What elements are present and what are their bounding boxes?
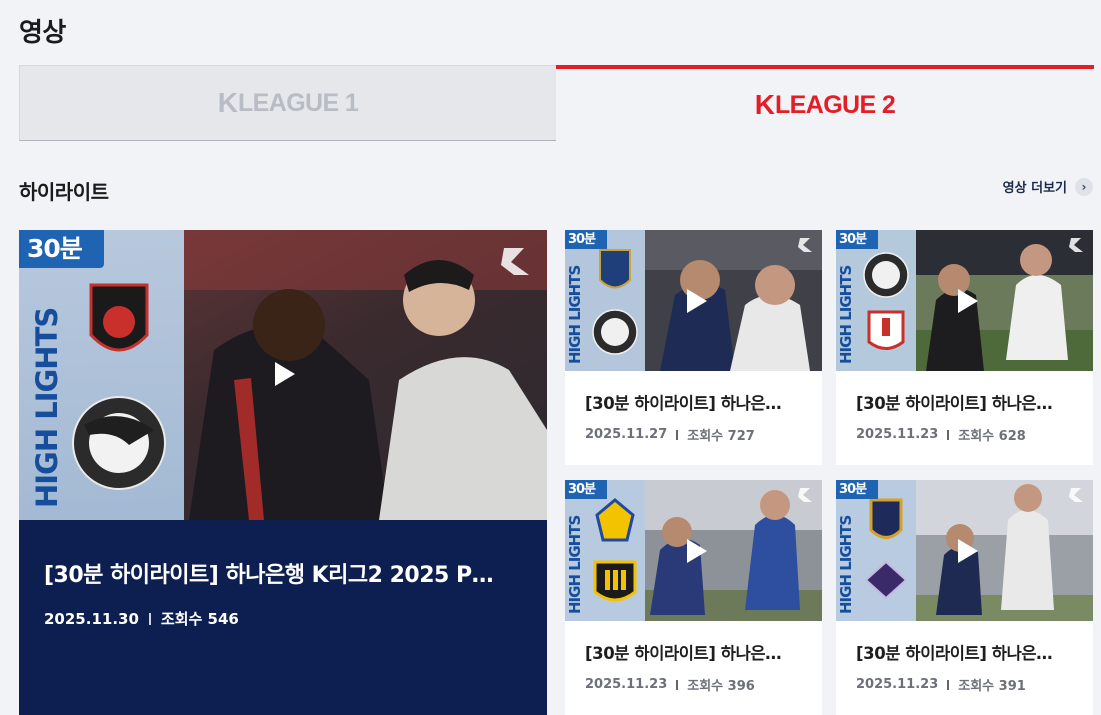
video-date: 2025.11.30 bbox=[44, 609, 139, 628]
play-icon bbox=[275, 362, 295, 386]
thirty-minute-badge: 30분 bbox=[565, 230, 607, 249]
video-card[interactable]: 30분 HIGH LIGHTS [30분 하이라이트] 하나은… 2025.11… bbox=[565, 480, 822, 715]
divider bbox=[148, 612, 151, 625]
video-title[interactable]: [30분 하이라이트] 하나은… bbox=[856, 390, 1076, 414]
more-videos-link[interactable]: 영상 더보기 › bbox=[1003, 177, 1093, 196]
video-date: 2025.11.27 bbox=[585, 427, 668, 442]
video-card[interactable]: 30분 HIGH LIGHTS [30분 하이라이트] 하나은… 2025.11… bbox=[565, 230, 822, 465]
video-views: 조회수 546 bbox=[160, 610, 239, 628]
video-date: 2025.11.23 bbox=[856, 427, 939, 442]
thirty-minute-badge: 30분 bbox=[836, 480, 878, 499]
video-thumbnail: 30분 HIGH LIGHTS bbox=[19, 230, 547, 520]
video-views: 조회수 396 bbox=[687, 679, 755, 694]
video-views: 조회수 391 bbox=[958, 679, 1026, 694]
featured-video-card[interactable]: 30분 HIGH LIGHTS [30분 하이라이트] 하나은행 K리그2 20… bbox=[19, 230, 547, 715]
video-date: 2025.11.23 bbox=[856, 677, 939, 692]
divider bbox=[676, 679, 679, 690]
video-card[interactable]: 30분 HIGH LIGHTS [30분 하이라이트] 하나은… 2025.11… bbox=[836, 230, 1093, 465]
video-views: 조회수 727 bbox=[687, 429, 755, 444]
tab-k-league-1[interactable]: K LEAGUE 1 bbox=[19, 65, 557, 141]
highlights-title: 하이라이트 bbox=[19, 180, 109, 204]
video-thumbnail: 30분 HIGH LIGHTS bbox=[836, 230, 1093, 371]
divider bbox=[676, 429, 679, 440]
tab-label: LEAGUE 1 bbox=[238, 88, 359, 117]
highlights-side-text: HIGH LIGHTS bbox=[566, 265, 584, 364]
video-card[interactable]: 30분 HIGH LIGHTS [30분 하이라이트] 하나은… 2025.11… bbox=[836, 480, 1093, 715]
video-title[interactable]: [30분 하이라이트] 하나은… bbox=[856, 640, 1076, 664]
featured-video-info: [30분 하이라이트] 하나은행 K리그2 2025 P… 2025.11.30… bbox=[19, 520, 547, 715]
thirty-minute-badge: 30분 bbox=[565, 480, 607, 499]
play-icon bbox=[958, 539, 978, 563]
tab-k-league-2[interactable]: K LEAGUE 2 bbox=[556, 65, 1094, 141]
play-icon bbox=[687, 289, 707, 313]
video-meta: 2025.11.27 조회수 727 bbox=[585, 425, 755, 444]
video-views: 조회수 628 bbox=[958, 429, 1026, 444]
divider bbox=[947, 429, 950, 440]
k-league-logo-icon: K bbox=[217, 87, 238, 118]
video-title[interactable]: [30분 하이라이트] 하나은… bbox=[585, 640, 805, 664]
play-icon bbox=[958, 289, 978, 313]
page-title: 영상 bbox=[19, 18, 66, 48]
seongnam-crest-icon bbox=[72, 396, 166, 490]
more-videos-label: 영상 더보기 bbox=[1002, 181, 1067, 196]
video-thumbnail: 30분 HIGH LIGHTS bbox=[565, 480, 822, 621]
divider bbox=[947, 679, 950, 690]
video-title[interactable]: [30분 하이라이트] 하나은행 K리그2 2025 P… bbox=[44, 557, 524, 589]
tab-label: LEAGUE 2 bbox=[775, 90, 896, 119]
video-title[interactable]: [30분 하이라이트] 하나은… bbox=[585, 390, 805, 414]
bucheon-crest-icon bbox=[89, 283, 149, 352]
highlights-side-text: HIGH LIGHTS bbox=[837, 265, 855, 364]
video-meta: 2025.11.23 조회수 391 bbox=[856, 675, 1026, 694]
k-league-logo-icon: K bbox=[754, 89, 775, 120]
video-meta: 2025.11.30 조회수 546 bbox=[44, 608, 239, 629]
chevron-right-icon: › bbox=[1075, 177, 1093, 196]
video-thumbnail: 30분 HIGH LIGHTS bbox=[565, 230, 822, 371]
video-date: 2025.11.23 bbox=[585, 677, 668, 692]
highlights-side-text: HIGH LIGHTS bbox=[837, 515, 855, 614]
video-meta: 2025.11.23 조회수 396 bbox=[585, 675, 755, 694]
highlights-side-text: HIGH LIGHTS bbox=[30, 307, 64, 508]
highlights-side-text: HIGH LIGHTS bbox=[566, 515, 584, 614]
video-section: 영상 K LEAGUE 1 K LEAGUE 2 하이라이트 영상 더보기 › bbox=[0, 0, 1101, 715]
play-icon bbox=[687, 539, 707, 563]
video-thumbnail: 30분 HIGH LIGHTS bbox=[836, 480, 1093, 621]
thirty-minute-badge: 30분 bbox=[19, 230, 104, 268]
thirty-minute-badge: 30분 bbox=[836, 230, 878, 249]
video-meta: 2025.11.23 조회수 628 bbox=[856, 425, 1026, 444]
